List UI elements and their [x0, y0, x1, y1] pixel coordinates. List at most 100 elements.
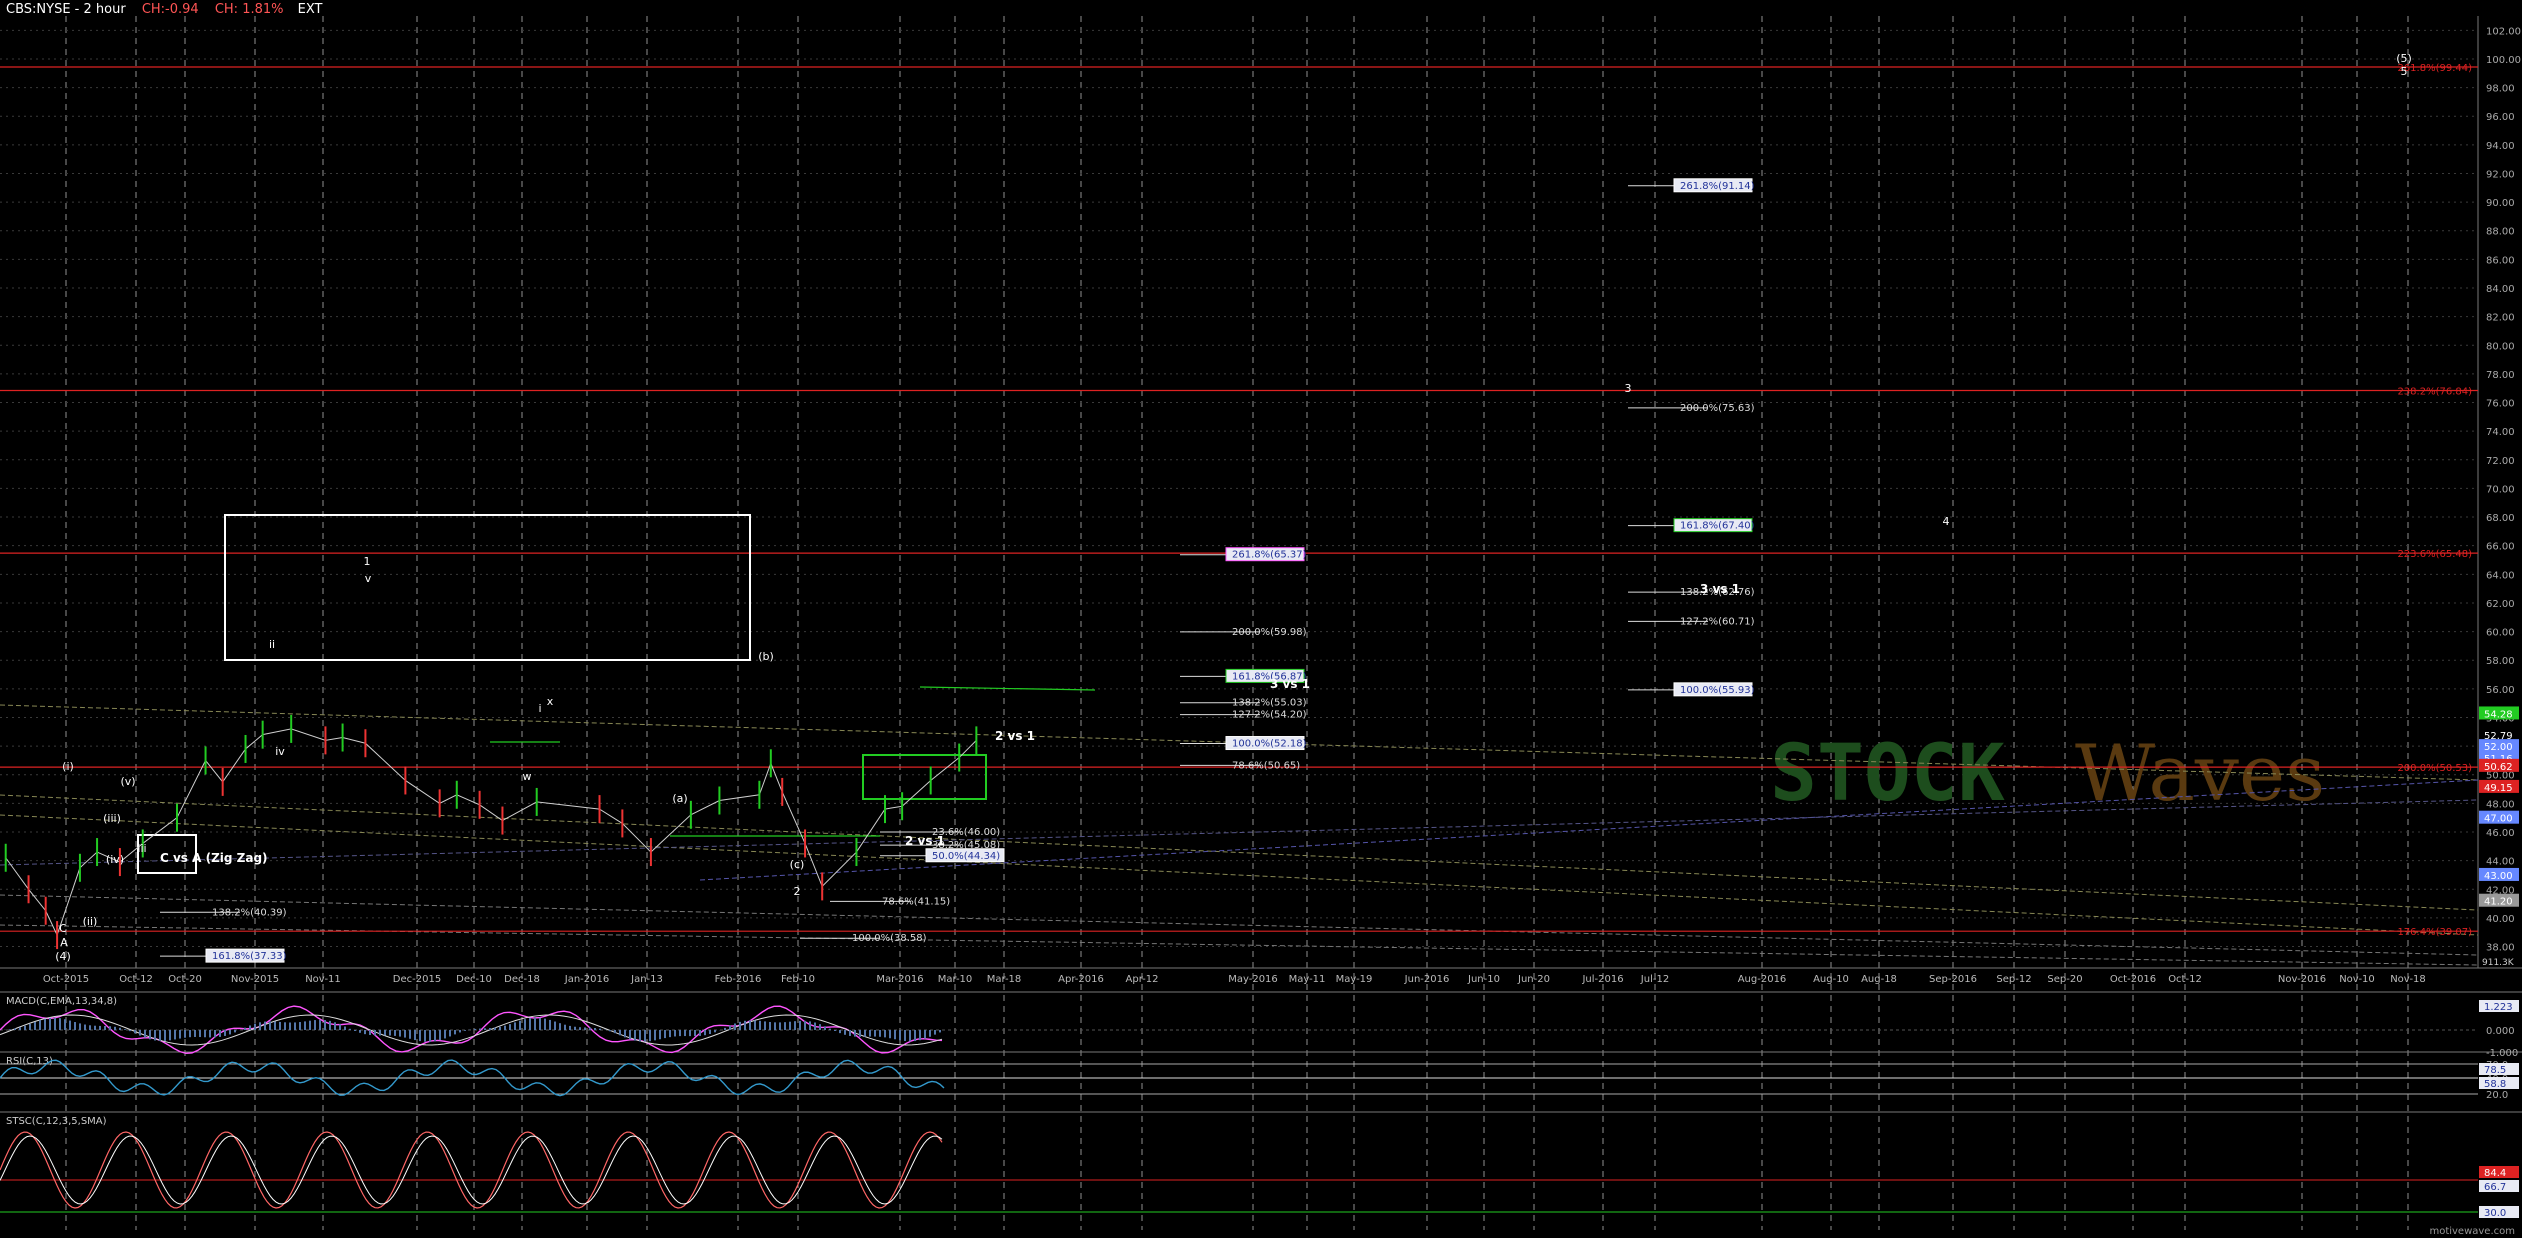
x-tick-label: Nov-18 — [2390, 974, 2426, 985]
wave-label: (i) — [62, 760, 74, 773]
fib-level-label: 50.0%(44.34) — [932, 851, 1000, 862]
site-credit: motivewave.com — [2429, 1226, 2515, 1237]
wave-label: (ii) — [83, 915, 98, 928]
x-tick-label: May-11 — [1289, 974, 1326, 985]
wave-label: (iv) — [106, 853, 124, 866]
fib-level-label: 138.2%(40.39) — [212, 907, 287, 918]
x-tick-label: Mar-10 — [938, 974, 973, 985]
x-tick-label: Mar-18 — [987, 974, 1022, 985]
annotation-label: 3 vs 1 — [1700, 582, 1740, 596]
x-tick-label: Jul-12 — [1640, 974, 1669, 985]
x-tick-label: May-19 — [1336, 974, 1373, 985]
y-tick-label: 44.00 — [2486, 857, 2515, 868]
rsi-current-label: 78.5 — [2484, 1065, 2506, 1076]
white-region-box — [224, 514, 751, 661]
x-tick-label: Oct-12 — [119, 974, 153, 985]
x-tick-label: Jan-2016 — [564, 974, 609, 985]
x-tick-label: Oct-12 — [2168, 974, 2202, 985]
fib-horizontal-label: 200.0%(50.53) — [2397, 763, 2472, 774]
x-tick-label: Oct-2016 — [2110, 974, 2156, 985]
fib-level-label: 78.6%(50.65) — [1232, 760, 1300, 771]
fib-level-label: 261.8%(91.14) — [1680, 181, 1755, 192]
y-tick-label: 56.00 — [2486, 685, 2515, 696]
stoch-tick-label: 30.0 — [2484, 1208, 2506, 1219]
x-tick-label: Aug-2016 — [1738, 974, 1787, 985]
y-tick-label: 72.00 — [2486, 456, 2515, 467]
x-tick-label: Apr-2016 — [1058, 974, 1104, 985]
wave-label: (a) — [672, 792, 687, 805]
x-tick-label: Sep-20 — [2047, 974, 2082, 985]
fib-level-label: 78.6%(41.15) — [882, 896, 950, 907]
y-tick-label: 64.00 — [2486, 570, 2515, 581]
wave-label: (iii) — [103, 812, 121, 825]
green-target-box — [862, 754, 987, 800]
fib-horizontal-label: 223.6%(65.48) — [2397, 549, 2472, 560]
x-tick-label: Mar-2016 — [876, 974, 923, 985]
price-marker-label: 43.00 — [2484, 871, 2513, 882]
x-tick-label: Nov-10 — [2339, 974, 2375, 985]
fib-level-label: 161.8%(67.40) — [1680, 521, 1755, 532]
wave-label: 2 — [794, 885, 801, 898]
x-tick-label: May-2016 — [1228, 974, 1278, 985]
x-tick-label: Apr-12 — [1126, 974, 1159, 985]
x-tick-label: Jul-2016 — [1581, 974, 1623, 985]
wave-label: (4) — [55, 950, 71, 963]
fib-horizontal-label: 176.4%(39.07) — [2397, 927, 2472, 938]
wave-label: (b) — [758, 650, 774, 663]
wave-label: i — [538, 702, 541, 715]
wave-label: (c) — [790, 858, 805, 871]
price-marker-label: 50.62 — [2484, 762, 2513, 773]
fib-level-label: 100.0%(52.18) — [1232, 739, 1307, 750]
y-tick-label: 92.00 — [2486, 169, 2515, 180]
indicator-name: MACD(C,EMA,13,34,8) — [6, 996, 117, 1007]
annotation-label: 2 vs 1 — [995, 729, 1035, 743]
trend-line — [0, 894, 2479, 956]
wave-label: 3 — [1625, 382, 1632, 395]
x-tick-label: Dec-2015 — [393, 974, 441, 985]
price-marker-label: 54.28 — [2484, 709, 2513, 720]
stoch-current-label: 84.4 — [2484, 1168, 2506, 1179]
fib-level-label: 200.0%(75.63) — [1680, 403, 1755, 414]
y-tick-label: 88.00 — [2486, 227, 2515, 238]
price-marker-label: 41.20 — [2484, 897, 2513, 908]
wave-label: 1 — [364, 555, 371, 568]
fib-level-label: 261.8%(65.37) — [1232, 550, 1307, 561]
y-tick-label: 90.00 — [2486, 198, 2515, 209]
volume-label: 911.3K — [2482, 958, 2515, 968]
x-tick-label: Feb-10 — [781, 974, 815, 985]
x-tick-label: Aug-10 — [1813, 974, 1849, 985]
wave-label: 5 — [2401, 65, 2408, 78]
stoch-d-line — [0, 1135, 943, 1205]
fib-horizontal-label: 238.2%(76.84) — [2397, 387, 2472, 398]
wave-label: ii — [269, 638, 275, 651]
x-tick-label: Aug-18 — [1861, 974, 1897, 985]
y-tick-label: 76.00 — [2486, 399, 2515, 410]
y-tick-label: 68.00 — [2486, 513, 2515, 524]
wave-label: iv — [275, 745, 285, 758]
x-tick-label: Dec-18 — [504, 974, 540, 985]
y-tick-label: 46.00 — [2486, 828, 2515, 839]
macd-current-label: 1.223 — [2484, 1002, 2513, 1013]
x-tick-label: Sep-2016 — [1929, 974, 1977, 985]
wave-label: (v) — [120, 775, 135, 788]
wave-label: v — [365, 572, 372, 585]
wave-label: (5) — [2396, 52, 2412, 65]
rsi-tick-label: 20.0 — [2486, 1090, 2508, 1101]
wave-label: w — [523, 770, 532, 783]
indicator-name: STSC(C,12,3,5,SMA) — [6, 1116, 107, 1127]
wave-label: x — [547, 695, 554, 708]
fib-level-label: 100.0%(38.58) — [852, 933, 927, 944]
rsi-current2-label: 58.8 — [2484, 1079, 2506, 1090]
x-tick-label: Nov-11 — [305, 974, 341, 985]
x-tick-label: Nov-2015 — [231, 974, 279, 985]
x-tick-label: Jun-2016 — [1404, 974, 1450, 985]
y-tick-label: 80.00 — [2486, 341, 2515, 352]
y-tick-label: 60.00 — [2486, 628, 2515, 639]
wave-label: 4 — [1943, 515, 1950, 528]
fib-level-label: 200.0%(59.98) — [1232, 627, 1307, 638]
annotation-label: 2 vs 1 — [905, 834, 945, 848]
chart-canvas[interactable]: 38.0040.0042.0044.0046.0048.0050.0052.00… — [0, 0, 2522, 1238]
y-tick-label: 58.00 — [2486, 656, 2515, 667]
macd-tick-label: 0.000 — [2486, 1026, 2515, 1037]
wave-label: A — [60, 936, 68, 949]
